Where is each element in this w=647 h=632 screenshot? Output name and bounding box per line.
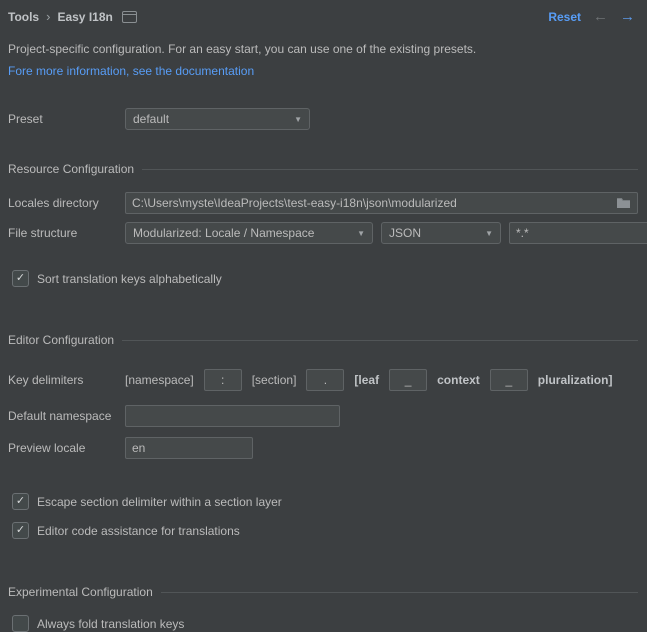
file-format-dropdown-value: JSON [389, 226, 421, 240]
section-text: [section] [252, 373, 297, 387]
escape-delimiter-checkbox[interactable]: ✓ [12, 493, 29, 510]
back-arrow-icon[interactable]: ← [593, 9, 608, 24]
default-namespace-row: Default namespace [8, 405, 638, 427]
section-title: Resource Configuration [8, 162, 134, 176]
section-title: Experimental Configuration [8, 585, 153, 599]
file-structure-dropdown-value: Modularized: Locale / Namespace [133, 226, 314, 240]
key-delimiters-label: Key delimiters [8, 373, 125, 387]
fold-keys-checkbox[interactable]: ✓ [12, 615, 29, 632]
context-delimiter-input[interactable] [490, 369, 528, 391]
breadcrumb-page-title: Easy I18n [57, 10, 112, 24]
namespace-delimiter-input[interactable] [204, 369, 242, 391]
code-assistance-checkbox-row[interactable]: ✓ Editor code assistance for translation… [12, 522, 647, 539]
settings-header: Tools › Easy I18n Reset ← → [0, 0, 647, 24]
locales-directory-input[interactable] [125, 192, 638, 214]
locales-directory-field-wrap [125, 192, 638, 214]
sort-keys-checkbox-label: Sort translation keys alphabetically [37, 272, 222, 286]
preview-locale-row: Preview locale [8, 437, 638, 459]
section-divider [161, 592, 638, 593]
description-text: Project-specific configuration. For an e… [8, 42, 639, 56]
experimental-configuration-section-header: Experimental Configuration [8, 585, 638, 599]
preview-locale-input[interactable] [125, 437, 253, 459]
reset-link[interactable]: Reset [548, 10, 581, 24]
editor-configuration-section-header: Editor Configuration [8, 333, 638, 347]
file-structure-row: File structure Modularized: Locale / Nam… [8, 222, 638, 244]
preset-dropdown[interactable]: default ▼ [125, 108, 310, 130]
sort-keys-checkbox[interactable]: ✓ [12, 270, 29, 287]
locales-directory-label: Locales directory [8, 196, 125, 210]
fold-keys-checkbox-row[interactable]: ✓ Always fold translation keys [12, 615, 647, 632]
folder-browse-icon[interactable] [616, 196, 631, 209]
chevron-down-icon: ▼ [357, 229, 365, 238]
code-assistance-checkbox[interactable]: ✓ [12, 522, 29, 539]
pluralization-text: pluralization] [538, 373, 613, 387]
file-pattern-input[interactable] [509, 222, 647, 244]
escape-delimiter-checkbox-label: Escape section delimiter within a sectio… [37, 495, 282, 509]
namespace-text: [namespace] [125, 373, 194, 387]
checkmark-icon: ✓ [16, 496, 25, 507]
header-actions: Reset ← → [548, 9, 635, 24]
section-divider [142, 169, 638, 170]
file-format-dropdown[interactable]: JSON ▼ [381, 222, 501, 244]
checkmark-icon: ✓ [16, 525, 25, 536]
fold-keys-checkbox-label: Always fold translation keys [37, 617, 184, 631]
file-structure-label: File structure [8, 226, 125, 240]
breadcrumb: Tools › Easy I18n [8, 9, 137, 24]
context-text: context [437, 373, 480, 387]
escape-delimiter-checkbox-row[interactable]: ✓ Escape section delimiter within a sect… [12, 493, 647, 510]
checkmark-icon: ✓ [16, 273, 25, 284]
default-namespace-input[interactable] [125, 405, 340, 427]
preset-label: Preset [8, 112, 125, 126]
leaf-text: [leaf [354, 373, 379, 387]
preset-row: Preset default ▼ [8, 108, 638, 130]
leaf-delimiter-input[interactable] [389, 369, 427, 391]
section-divider [122, 340, 638, 341]
key-delimiters-editor: [namespace] [section] [leaf context plur… [125, 369, 612, 391]
sort-keys-checkbox-row[interactable]: ✓ Sort translation keys alphabetically [12, 270, 647, 287]
section-delimiter-input[interactable] [306, 369, 344, 391]
settings-page-icon[interactable] [122, 11, 137, 23]
documentation-link[interactable]: Fore more information, see the documenta… [8, 64, 254, 78]
locales-directory-row: Locales directory [8, 192, 638, 214]
chevron-right-icon: › [46, 9, 50, 24]
preview-locale-label: Preview locale [8, 441, 125, 455]
breadcrumb-tools[interactable]: Tools [8, 10, 39, 24]
section-title: Editor Configuration [8, 333, 114, 347]
default-namespace-label: Default namespace [8, 409, 125, 423]
preset-dropdown-value: default [133, 112, 169, 126]
chevron-down-icon: ▼ [485, 229, 493, 238]
forward-arrow-icon[interactable]: → [620, 9, 635, 24]
key-delimiters-row: Key delimiters [namespace] [section] [le… [8, 369, 638, 391]
code-assistance-checkbox-label: Editor code assistance for translations [37, 524, 240, 538]
file-structure-dropdown[interactable]: Modularized: Locale / Namespace ▼ [125, 222, 373, 244]
chevron-down-icon: ▼ [294, 115, 302, 124]
resource-configuration-section-header: Resource Configuration [8, 162, 638, 176]
